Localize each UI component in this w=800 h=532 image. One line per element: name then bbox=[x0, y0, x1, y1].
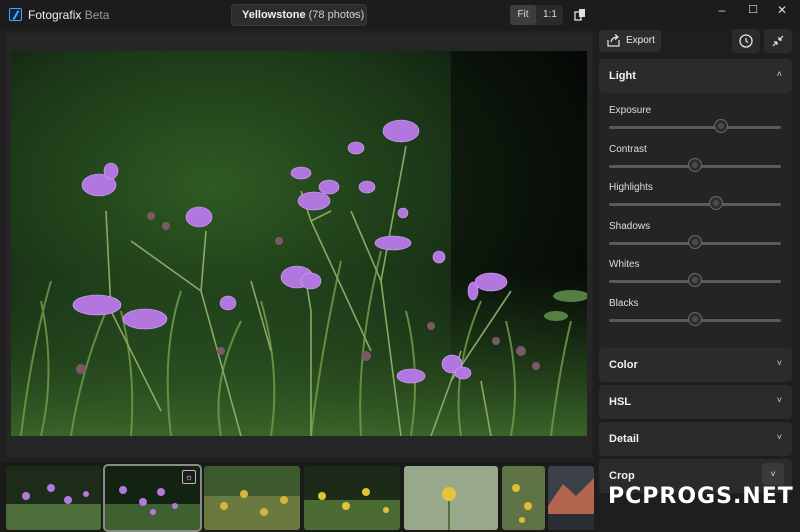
slider-label: Exposure bbox=[609, 105, 652, 116]
minimize-button[interactable]: – bbox=[712, 3, 732, 19]
export-icon bbox=[607, 34, 620, 47]
slider-label: Blacks bbox=[609, 298, 639, 309]
app-title: Fotografix Beta bbox=[28, 8, 109, 22]
filmstrip-thumbnail[interactable] bbox=[502, 466, 545, 530]
slider-thumb[interactable] bbox=[689, 274, 701, 286]
slider-thumb[interactable] bbox=[689, 313, 701, 325]
app-name: Fotografix bbox=[28, 8, 82, 22]
chevron-down-icon: ˅ bbox=[776, 395, 782, 405]
slider-thumb[interactable] bbox=[689, 159, 701, 171]
maximize-button[interactable]: ☐ bbox=[743, 3, 763, 19]
filmstrip-thumbnail[interactable] bbox=[404, 466, 498, 530]
slider-track[interactable] bbox=[609, 126, 781, 129]
zoom-fit-button[interactable]: Fit bbox=[510, 5, 536, 25]
filmstrip-thumbnail[interactable] bbox=[6, 466, 101, 530]
light-section-body: Exposure Contrast Highlights Shadows Whi… bbox=[599, 93, 792, 373]
history-icon bbox=[739, 34, 753, 48]
compare-icon[interactable] bbox=[574, 8, 586, 21]
chevron-down-icon: ˅ bbox=[776, 358, 782, 368]
filmstrip-thumbnail[interactable] bbox=[548, 466, 594, 530]
close-button[interactable]: ✕ bbox=[772, 3, 792, 19]
export-label: Export bbox=[626, 35, 655, 46]
collapse-panel-button[interactable] bbox=[764, 29, 792, 53]
section-hsl-title: HSL bbox=[609, 396, 631, 408]
slider-thumb[interactable] bbox=[714, 120, 727, 132]
slider-thumb[interactable] bbox=[709, 197, 722, 209]
watermark-text: PCPROGS.NET bbox=[608, 484, 794, 509]
chevron-down-icon[interactable]: ˅ bbox=[762, 463, 784, 485]
slider-label: Shadows bbox=[609, 221, 651, 232]
filmstrip-thumbnail[interactable] bbox=[304, 466, 400, 530]
section-light-header[interactable]: Light ˄ bbox=[599, 59, 792, 93]
slider-thumb[interactable] bbox=[689, 236, 701, 248]
app-tag: Beta bbox=[84, 8, 110, 22]
app-logo-icon bbox=[9, 8, 22, 21]
slider-label: Whites bbox=[609, 259, 640, 270]
slider-track[interactable] bbox=[609, 203, 781, 206]
album-picker[interactable]: Yellowstone (78 photos) ⌄ bbox=[231, 4, 367, 26]
zoom-1to1-button[interactable]: 1:1 bbox=[537, 5, 563, 25]
zoom-segmented-control: Fit 1:1 bbox=[510, 5, 563, 25]
edit-badge-icon: ☼ bbox=[182, 470, 196, 484]
chevron-down-icon: ˅ bbox=[776, 432, 782, 442]
filmstrip-thumbnail[interactable] bbox=[204, 466, 300, 530]
title-bar: Fotografix Beta Yellowstone (78 photos) … bbox=[0, 0, 800, 30]
slider-label: Highlights bbox=[609, 182, 653, 193]
section-color-header[interactable]: Color ˅ bbox=[599, 348, 792, 382]
section-detail-header[interactable]: Detail ˅ bbox=[599, 422, 792, 456]
section-hsl-header[interactable]: HSL ˅ bbox=[599, 385, 792, 419]
section-color-title: Color bbox=[609, 359, 638, 371]
main-photo[interactable] bbox=[11, 51, 587, 436]
section-light-title: Light bbox=[609, 70, 636, 82]
collapse-icon bbox=[772, 35, 784, 47]
album-name: Yellowstone bbox=[242, 9, 306, 21]
chevron-up-icon: ˄ bbox=[776, 69, 782, 79]
filmstrip-thumbnail-selected[interactable]: ☼ bbox=[103, 464, 202, 532]
chevron-down-icon: ⌄ bbox=[349, 8, 358, 19]
section-detail-title: Detail bbox=[609, 433, 639, 445]
section-crop-title: Crop bbox=[609, 470, 635, 482]
filmstrip: ☼ bbox=[0, 462, 594, 532]
export-button[interactable]: Export bbox=[599, 30, 661, 52]
history-button[interactable] bbox=[732, 29, 760, 53]
adjustments-panel: Export Light ˄ Exposure Contrast Highlig… bbox=[594, 29, 800, 532]
slider-label: Contrast bbox=[609, 144, 647, 155]
